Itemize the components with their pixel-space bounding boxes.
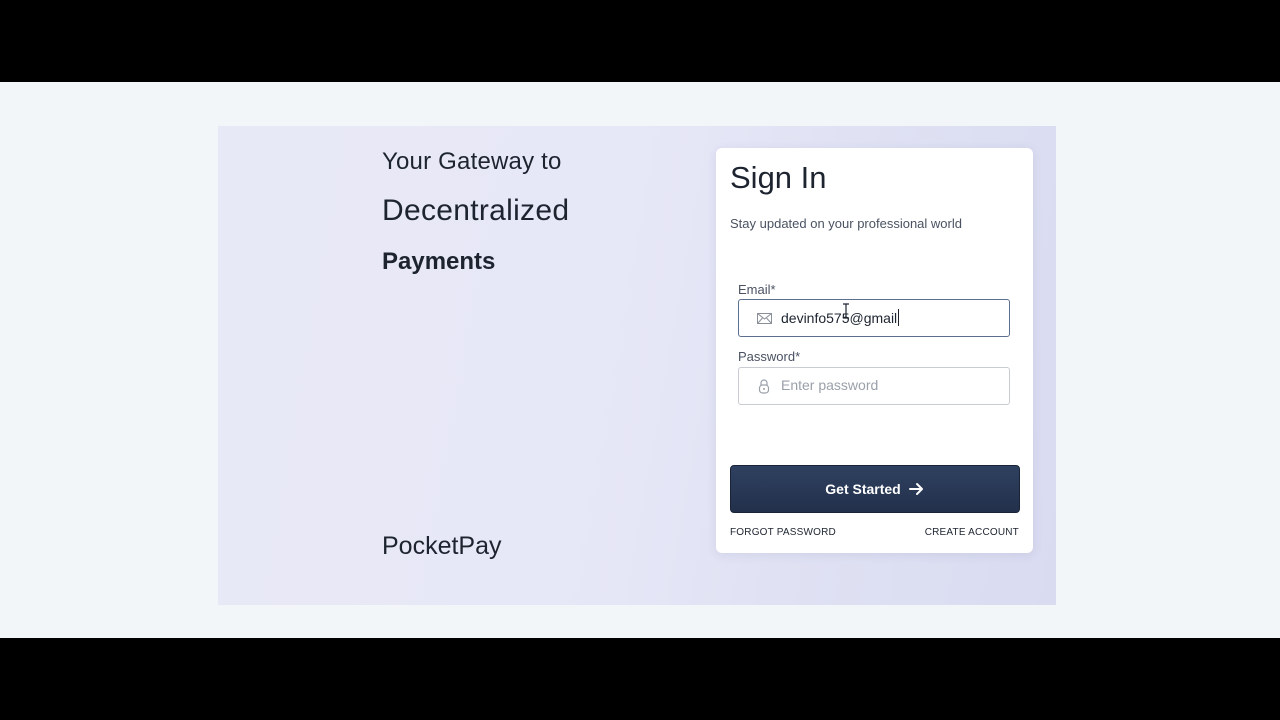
signin-card: Sign In Stay updated on your professiona…: [716, 148, 1033, 553]
signin-title: Sign In: [730, 160, 827, 195]
lock-icon: [756, 378, 772, 394]
get-started-label: Get Started: [825, 481, 901, 497]
page: Your Gateway to Decentralized Payments P…: [0, 82, 1280, 638]
mail-icon: [756, 310, 772, 326]
ibeam-cursor-icon: [842, 303, 850, 319]
hero-tagline-line2: Decentralized: [382, 194, 570, 227]
hero-tagline-line1: Your Gateway to: [382, 148, 562, 175]
brand-name: PocketPay: [382, 532, 502, 560]
letterbox-bottom: [0, 638, 1280, 720]
create-account-link[interactable]: CREATE ACCOUNT: [925, 527, 1019, 538]
password-label: Password*: [738, 349, 801, 364]
password-input-placeholder[interactable]: Enter password: [781, 377, 878, 393]
password-field[interactable]: Enter password: [738, 367, 1010, 405]
forgot-password-link[interactable]: FORGOT PASSWORD: [730, 527, 836, 538]
text-caret: [898, 309, 900, 326]
email-field[interactable]: devinfo575@gmail: [738, 299, 1010, 337]
signin-subtitle: Stay updated on your professional world: [730, 216, 962, 231]
arrow-right-icon: [908, 481, 925, 497]
hero-tagline-line3: Payments: [382, 248, 496, 275]
letterbox-top: [0, 0, 1280, 82]
get-started-button[interactable]: Get Started: [730, 465, 1020, 513]
email-input-value[interactable]: devinfo575@gmail: [781, 309, 900, 326]
email-label: Email*: [738, 282, 776, 297]
hero-section: Your Gateway to Decentralized Payments P…: [218, 126, 1056, 605]
